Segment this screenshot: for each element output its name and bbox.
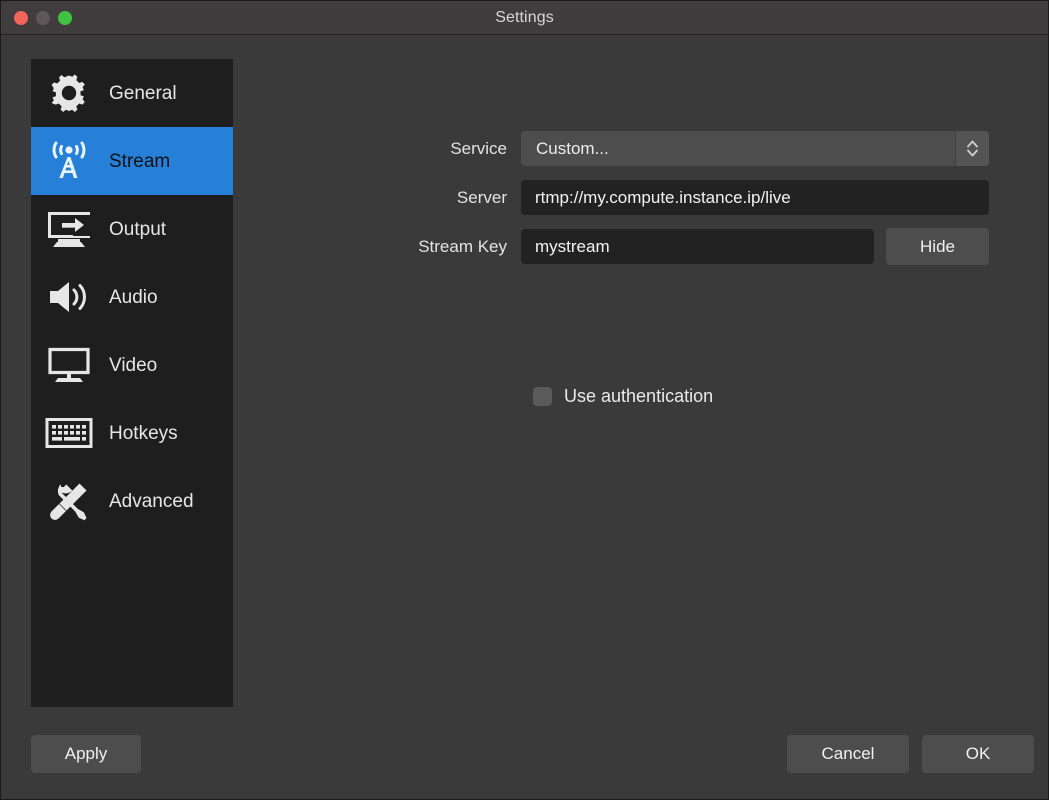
sidebar-item-label: General [109,84,177,103]
stream-key-input-value: mystream [521,237,610,257]
settings-category-list[interactable]: General [31,59,233,707]
tools-icon [43,478,95,524]
sidebar-item-video[interactable]: Video [31,331,233,399]
server-label: Server [249,188,521,208]
sidebar-item-label: Advanced [109,492,194,511]
sidebar-item-label: Output [109,220,166,239]
output-icon [43,206,95,252]
use-authentication-row[interactable]: Use authentication [533,386,713,407]
dialog-body: General [1,35,1048,799]
cancel-button[interactable]: Cancel [787,735,909,773]
service-label: Service [249,139,521,159]
title-bar: Settings [1,1,1048,35]
sidebar-item-advanced[interactable]: Advanced [31,467,233,535]
service-selected-value: Custom... [521,139,609,159]
broadcast-icon [43,138,95,184]
keyboard-icon [43,410,95,456]
traffic-light-group [1,11,72,25]
stream-key-input[interactable]: mystream [521,229,874,264]
apply-button[interactable]: Apply [31,735,141,773]
dialog-footer: Apply Cancel OK [1,735,1048,775]
server-input[interactable]: rtmp://my.compute.instance.ip/live [521,180,989,215]
settings-window: Settings General [0,0,1049,800]
sidebar-item-label: Hotkeys [109,424,178,443]
sidebar-item-label: Audio [109,288,158,307]
use-authentication-checkbox[interactable] [533,387,552,406]
service-select[interactable]: Custom... [521,131,989,166]
speaker-icon [43,274,95,320]
maximize-window-icon[interactable] [58,11,72,25]
hide-stream-key-button[interactable]: Hide [886,228,989,265]
sidebar-item-label: Video [109,356,157,375]
use-authentication-label: Use authentication [564,386,713,407]
stream-key-label: Stream Key [249,237,521,257]
service-row: Service Custom... [249,131,989,166]
stream-settings-pane: Service Custom... Server rtmp://my.compu… [249,59,1030,799]
ok-button[interactable]: OK [922,735,1034,773]
monitor-icon [43,342,95,388]
sidebar-item-stream[interactable]: Stream [31,127,233,195]
gear-icon [43,70,95,116]
chevron-updown-icon[interactable] [955,131,989,166]
sidebar-item-hotkeys[interactable]: Hotkeys [31,399,233,467]
stream-key-row: Stream Key mystream Hide [249,228,989,265]
server-row: Server rtmp://my.compute.instance.ip/liv… [249,180,989,215]
sidebar-item-output[interactable]: Output [31,195,233,263]
window-title: Settings [1,9,1048,27]
sidebar-item-label: Stream [109,152,170,171]
close-window-icon[interactable] [14,11,28,25]
sidebar-item-audio[interactable]: Audio [31,263,233,331]
server-input-value: rtmp://my.compute.instance.ip/live [521,188,791,208]
sidebar-item-general[interactable]: General [31,59,233,127]
minimize-window-icon[interactable] [36,11,50,25]
